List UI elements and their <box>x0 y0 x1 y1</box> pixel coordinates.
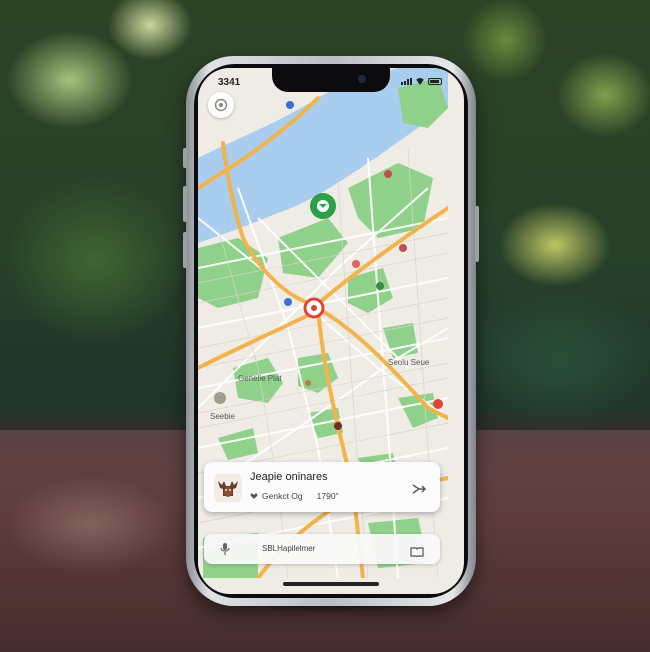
search-text: SBLHapllelmer <box>262 544 316 553</box>
place-subtitle: Genkct Og <box>262 491 303 501</box>
notch <box>272 68 390 92</box>
volume-down-button <box>183 232 187 268</box>
microphone-icon <box>220 543 230 555</box>
red-location-pin[interactable] <box>303 297 325 319</box>
green-location-pin[interactable] <box>310 193 336 219</box>
front-camera <box>358 75 366 83</box>
place-card[interactable]: Jeapie oninares Genkct Og 1790" <box>204 462 440 512</box>
smartphone: 3341 Seolu Seue Seebie Genelie Plat Jeap… <box>183 56 479 606</box>
power-button <box>475 206 479 262</box>
place-rating: 1790" <box>316 491 339 501</box>
volume-up-button <box>183 186 187 222</box>
status-time: 3341 <box>218 77 241 88</box>
place-title: Jeapie oninares <box>250 471 328 483</box>
status-icons <box>401 78 442 85</box>
moose-icon <box>218 481 238 497</box>
directions-icon <box>412 484 426 494</box>
cellular-signal-icon <box>401 78 412 85</box>
map-label-west: Seebie <box>210 412 235 421</box>
microphone-button[interactable] <box>220 542 230 561</box>
compass-icon <box>214 98 228 112</box>
table-reflection <box>0 455 210 595</box>
battery-icon <box>428 78 442 85</box>
compass-button[interactable] <box>208 92 234 118</box>
home-indicator[interactable] <box>283 582 379 586</box>
bookmarks-button[interactable] <box>410 544 424 562</box>
heart-icon <box>250 493 258 499</box>
map-label-district: Seolu Seue <box>388 358 430 367</box>
phone-screen[interactable]: 3341 Seolu Seue Seebie Genelie Plat Jeap… <box>198 68 464 594</box>
book-icon <box>410 547 424 558</box>
mute-switch <box>183 148 187 168</box>
place-thumbnail <box>214 474 242 502</box>
search-bar[interactable]: SBLHapllelmer <box>204 534 440 564</box>
map-label-park: Genelie Plat <box>238 374 282 383</box>
directions-button[interactable] <box>412 482 426 500</box>
place-subtitle-row: Genkct Og 1790" <box>250 491 339 501</box>
wifi-icon <box>415 78 425 85</box>
